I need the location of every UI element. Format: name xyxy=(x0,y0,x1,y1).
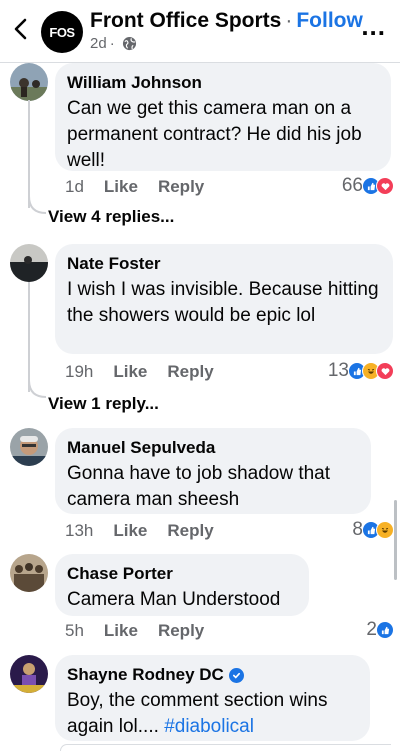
comment-bubble: Manuel Sepulveda Gonna have to job shado… xyxy=(55,428,371,514)
comment-actions: 19h Like Reply xyxy=(65,362,214,382)
reaction-summary[interactable]: 2 xyxy=(366,619,394,641)
view-replies-link[interactable]: View 1 reply... xyxy=(48,394,159,414)
thread-line xyxy=(28,100,30,208)
comment-item: Manuel Sepulveda Gonna have to job shado… xyxy=(10,428,400,548)
avatar[interactable] xyxy=(10,63,48,101)
reaction-summary[interactable]: 13 xyxy=(328,360,394,382)
comment-bubble: Nate Foster I wish I was invisible. Beca… xyxy=(55,244,393,354)
post-header: FOS Front Office Sports · Follow 2d · ... xyxy=(0,0,400,63)
more-options-icon[interactable]: ... xyxy=(361,13,386,39)
author-name[interactable]: Shayne Rodney DC xyxy=(67,664,224,686)
comment-actions: 5h Like Reply xyxy=(65,621,204,641)
avatar[interactable] xyxy=(10,655,48,693)
page-title: Front Office Sports · Follow xyxy=(90,9,363,33)
love-reaction-icon xyxy=(376,177,394,195)
reaction-summary[interactable]: 8 xyxy=(352,519,394,541)
comment-item: Nate Foster I wish I was invisible. Beca… xyxy=(10,244,400,394)
separator-dot: · xyxy=(285,9,293,32)
scrollbar[interactable] xyxy=(394,500,397,580)
comment-item: Shayne Rodney DC Boy, the comment sectio… xyxy=(10,655,400,750)
post-age: 2d xyxy=(90,35,107,52)
comment-author[interactable]: Manuel Sepulveda xyxy=(67,437,359,459)
avatar[interactable] xyxy=(10,428,48,466)
reply-button[interactable]: Reply xyxy=(167,521,213,541)
comment-time: 5h xyxy=(65,621,84,640)
follow-button[interactable]: Follow xyxy=(296,9,363,32)
verified-badge-icon xyxy=(228,667,244,683)
page-name-link[interactable]: Front Office Sports xyxy=(90,9,281,32)
comment-time: 13h xyxy=(65,521,94,540)
page-avatar-logo[interactable]: FOS xyxy=(41,11,83,53)
reply-button[interactable]: Reply xyxy=(158,621,204,641)
view-replies-link[interactable]: View 4 replies... xyxy=(48,207,174,227)
thread-line xyxy=(28,282,30,392)
comment-actions: 13h Like Reply xyxy=(65,521,214,541)
avatar[interactable] xyxy=(10,244,48,282)
comment-bubble: William Johnson Can we get this camera m… xyxy=(55,63,391,171)
comment-bubble: Chase Porter Camera Man Understood xyxy=(55,554,309,616)
comment-text: Gonna have to job shadow that camera man… xyxy=(67,463,331,510)
comment-author[interactable]: Chase Porter xyxy=(67,563,297,585)
comment-text: Can we get this camera man on a permanen… xyxy=(67,98,362,171)
comment-text: Boy, the comment section wins again lol.… xyxy=(67,688,358,740)
reaction-count: 66 xyxy=(341,175,363,196)
comment-actions: 1d Like Reply xyxy=(65,177,204,197)
avatar[interactable] xyxy=(10,554,48,592)
reply-button[interactable]: Reply xyxy=(158,177,204,197)
like-button[interactable]: Like xyxy=(104,621,138,641)
thread-curve xyxy=(28,380,47,398)
comment-author[interactable]: William Johnson xyxy=(67,72,379,94)
comment-item: Chase Porter Camera Man Understood 5h Li… xyxy=(10,554,400,654)
globe-icon xyxy=(122,36,136,51)
like-reaction-icon xyxy=(376,621,394,639)
comment-time: 19h xyxy=(65,362,94,381)
haha-reaction-icon xyxy=(376,521,394,539)
reaction-count: 13 xyxy=(327,360,349,381)
love-reaction-icon xyxy=(376,362,394,380)
comment-author[interactable]: Nate Foster xyxy=(67,253,381,275)
like-button[interactable]: Like xyxy=(113,521,147,541)
thread-curve xyxy=(28,196,47,214)
comment-text: I wish I was invisible. Because hitting … xyxy=(67,279,379,326)
reply-button[interactable]: Reply xyxy=(167,362,213,382)
comment-time: 1d xyxy=(65,177,84,196)
post-meta: 2d · xyxy=(90,35,137,52)
comment-text: Camera Man Understood xyxy=(67,589,281,610)
comment-bubble: Shayne Rodney DC Boy, the comment sectio… xyxy=(55,655,370,741)
like-button[interactable]: Like xyxy=(113,362,147,382)
back-arrow-icon[interactable] xyxy=(10,14,32,44)
hashtag-link[interactable]: #diabolical xyxy=(164,716,254,737)
reaction-summary[interactable]: 66 xyxy=(342,175,394,197)
comment-author: Shayne Rodney DC xyxy=(67,664,358,686)
like-button[interactable]: Like xyxy=(104,177,138,197)
separator-dot: · xyxy=(109,35,115,52)
